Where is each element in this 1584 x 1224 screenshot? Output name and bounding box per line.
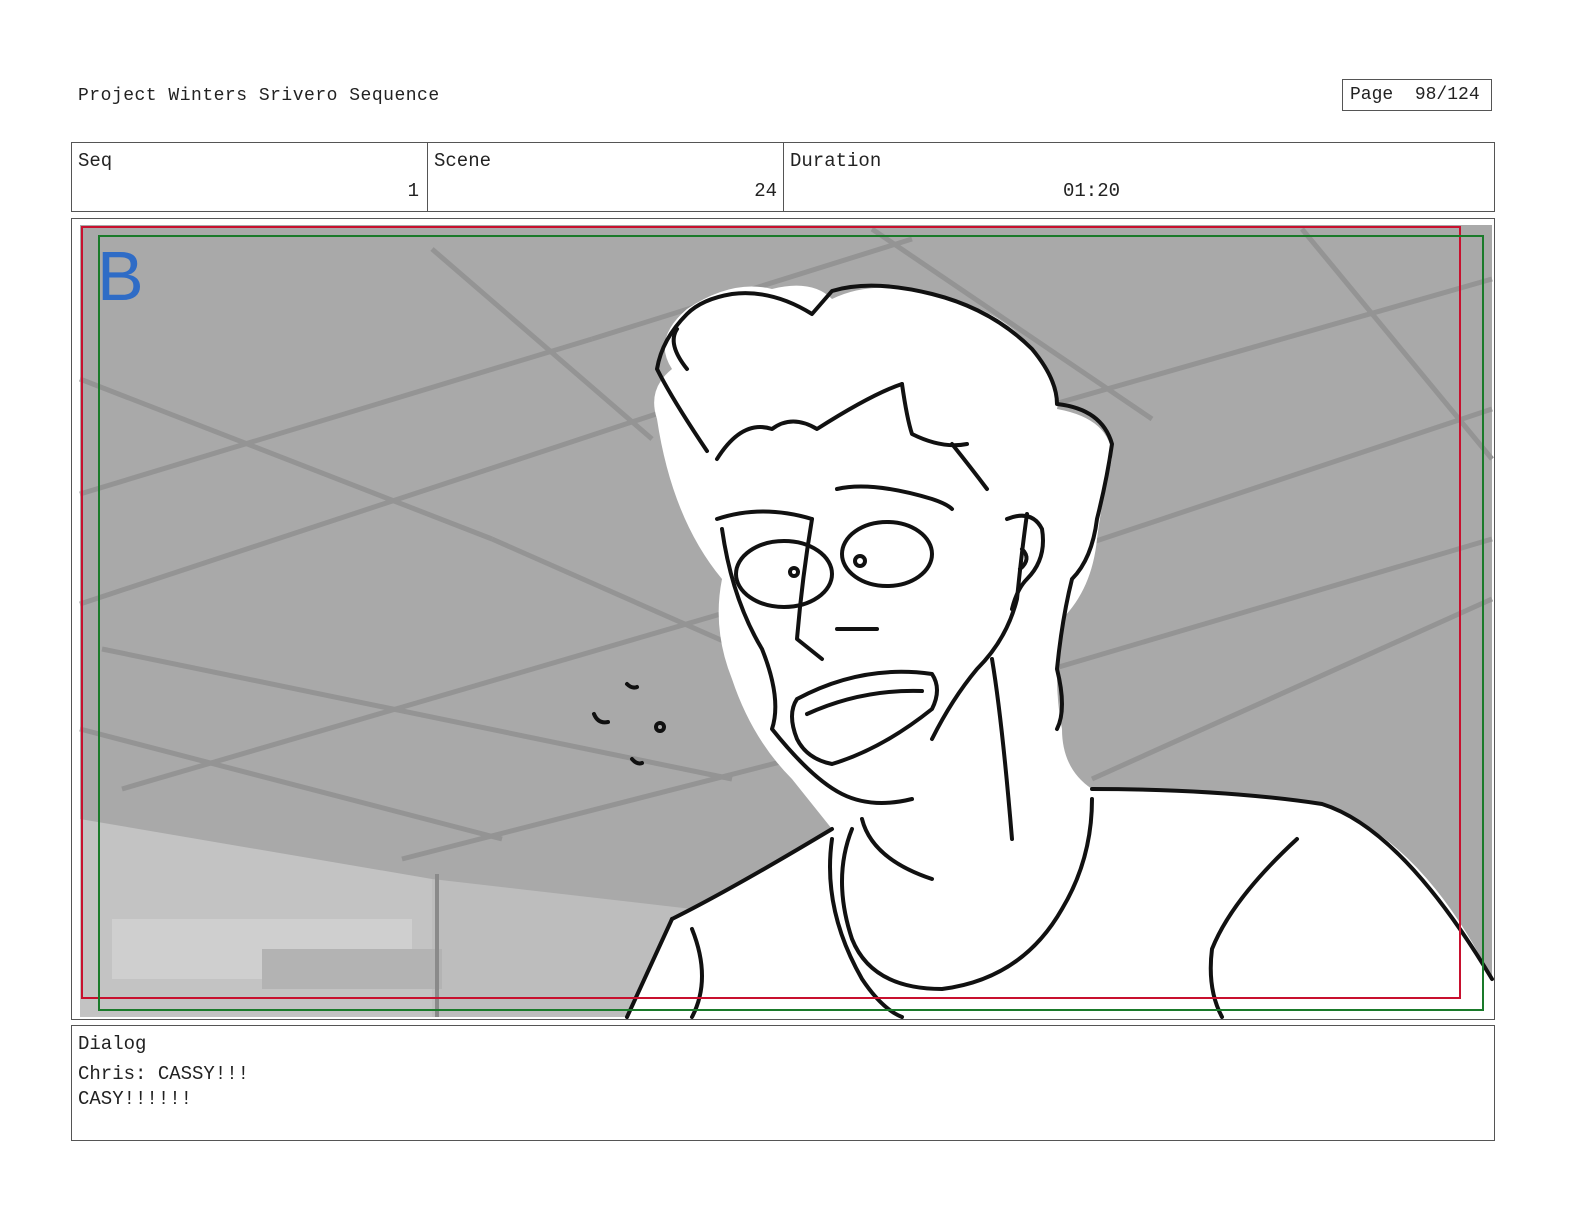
duration-label: Duration (790, 150, 882, 172)
shot-info-row: Seq 1 Scene 24 Duration 01:20 (71, 142, 1495, 212)
dialog-label: Dialog (78, 1033, 147, 1055)
page-label: Page (1350, 85, 1394, 105)
dialog-text: Chris: CASSY!!! CASY!!!!!! (78, 1062, 249, 1112)
storyboard-panel: B (71, 218, 1495, 1020)
scene-value: 24 (754, 180, 777, 202)
scene-cell: Scene 24 (428, 143, 784, 211)
dialog-box: Dialog Chris: CASSY!!! CASY!!!!!! (71, 1025, 1495, 1141)
dialog-line: Chris: CASSY!!! (78, 1063, 250, 1085)
wall-fixture (262, 949, 442, 989)
duration-cell: Duration 01:20 (784, 143, 1494, 211)
panel-drawing (79, 225, 1494, 1019)
seq-label: Seq (78, 150, 113, 172)
page-number: 98/124 (1414, 85, 1480, 105)
seq-value: 1 (407, 180, 419, 202)
seq-cell: Seq 1 (72, 143, 428, 211)
panel-letter: B (97, 237, 144, 315)
dialog-line: CASY!!!!!! (78, 1088, 193, 1110)
page-indicator: Page 98/124 (1342, 79, 1492, 111)
project-title: Project Winters Srivero Sequence (78, 86, 440, 106)
duration-value: 01:20 (1063, 180, 1121, 202)
scene-label: Scene (434, 150, 492, 172)
